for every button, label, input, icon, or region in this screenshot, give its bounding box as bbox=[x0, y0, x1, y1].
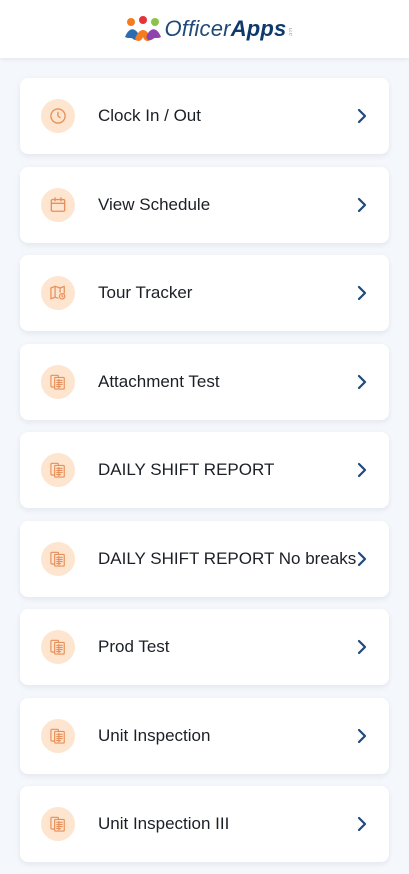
menu-list: Clock In / Out View Schedule Tour Tracke… bbox=[0, 58, 409, 862]
chevron-right-icon bbox=[357, 462, 367, 478]
people-logo-icon bbox=[124, 16, 161, 42]
menu-item-view-schedule[interactable]: View Schedule bbox=[20, 166, 389, 243]
menu-item-label: Unit Inspection bbox=[98, 725, 211, 745]
app-header: OfficerApps LLC bbox=[0, 0, 409, 58]
chevron-right-icon bbox=[357, 197, 367, 212]
menu-item-label: View Schedule bbox=[98, 194, 211, 214]
chevron-right-icon bbox=[357, 639, 367, 655]
calendar-icon bbox=[41, 187, 75, 222]
menu-item-daily-shift-report-no-breaks[interactable]: DAILY SHIFT REPORT No breaks bbox=[20, 520, 389, 597]
chevron-right-icon bbox=[357, 374, 367, 389]
chevron-right-icon bbox=[357, 728, 367, 743]
menu-item-label: DAILY SHIFT REPORT No breaks bbox=[98, 548, 357, 568]
form-icon bbox=[41, 453, 75, 487]
officerapps-logo: OfficerApps LLC bbox=[123, 15, 294, 43]
menu-item-prod-test[interactable]: Prod Test bbox=[20, 609, 389, 685]
menu-item-unit-inspection[interactable]: Unit Inspection bbox=[20, 697, 389, 774]
menu-item-label: Prod Test bbox=[98, 637, 170, 656]
form-icon bbox=[41, 718, 75, 753]
map-icon bbox=[41, 276, 75, 310]
menu-item-tour-tracker[interactable]: Tour Tracker bbox=[20, 255, 389, 331]
form-icon bbox=[41, 807, 75, 841]
menu-item-unit-inspection-iii[interactable]: Unit Inspection III bbox=[20, 786, 389, 862]
chevron-right-icon bbox=[357, 108, 367, 124]
menu-item-label: Tour Tracker bbox=[98, 283, 193, 302]
form-icon bbox=[41, 541, 75, 576]
menu-item-label: DAILY SHIFT REPORT bbox=[98, 460, 275, 479]
chevron-right-icon bbox=[357, 551, 367, 566]
menu-item-daily-shift-report[interactable]: DAILY SHIFT REPORT bbox=[20, 432, 389, 508]
logo-tm: LLC bbox=[288, 28, 294, 36]
menu-item-label: Clock In / Out bbox=[98, 106, 201, 125]
form-icon bbox=[41, 630, 75, 664]
chevron-right-icon bbox=[357, 285, 367, 301]
clock-icon bbox=[41, 99, 75, 133]
menu-item-label: Unit Inspection III bbox=[98, 814, 230, 833]
form-icon bbox=[41, 364, 75, 399]
logo-wordmark: OfficerApps LLC bbox=[164, 16, 294, 41]
menu-item-clock-in-out[interactable]: Clock In / Out bbox=[20, 78, 389, 154]
chevron-right-icon bbox=[357, 816, 367, 832]
menu-item-label: Attachment Test bbox=[98, 371, 220, 391]
menu-item-attachment-test[interactable]: Attachment Test bbox=[20, 343, 389, 420]
